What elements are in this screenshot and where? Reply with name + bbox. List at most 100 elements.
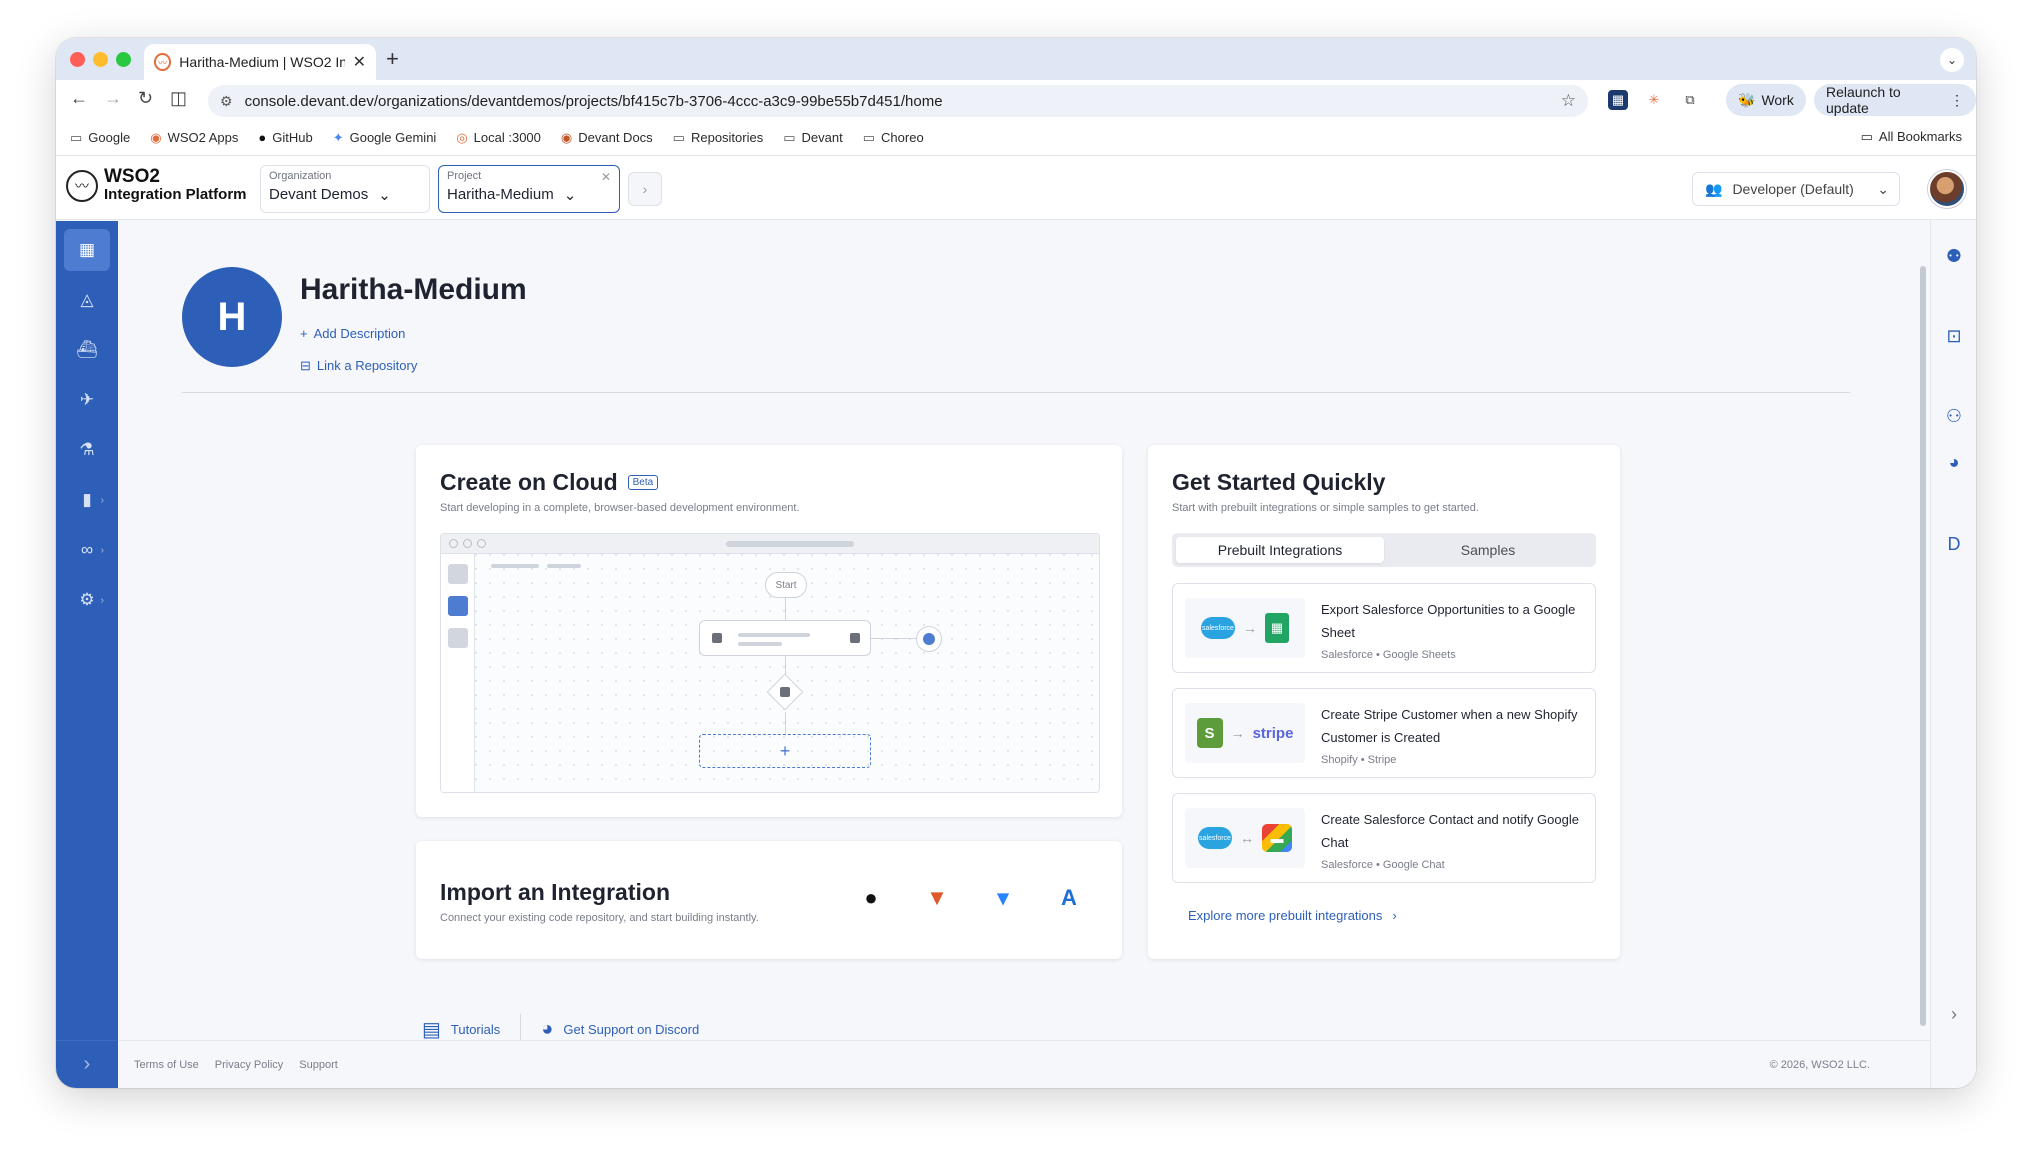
next-level-button[interactable]: › bbox=[628, 172, 662, 206]
add-node-placeholder: + bbox=[699, 734, 871, 768]
gitlab-icon[interactable]: ▼ bbox=[924, 885, 950, 911]
folder-icon: ▭ bbox=[862, 129, 876, 145]
bookmark-item[interactable]: ▭ Choreo bbox=[863, 130, 924, 146]
site-info-icon[interactable]: ⚙ bbox=[220, 93, 233, 110]
claude-extension-icon[interactable]: ✳ bbox=[1644, 90, 1664, 110]
import-integration-card[interactable]: Import an Integration Connect your exist… bbox=[416, 841, 1122, 959]
shapes-icon: ◬ bbox=[80, 290, 94, 309]
bookmark-item[interactable]: ▭ Repositories bbox=[673, 130, 764, 146]
browser-tab[interactable]: 〰 Haritha-Medium | WSO2 Integ ✕ bbox=[144, 44, 376, 80]
get-started-card: Get Started Quickly Start with prebuilt … bbox=[1148, 445, 1620, 959]
wso2-favicon-icon: 〰 bbox=[154, 53, 172, 71]
close-window-button[interactable] bbox=[70, 52, 85, 67]
arrow-right-icon: → bbox=[1243, 620, 1257, 636]
role-label: Developer (Default) bbox=[1732, 181, 1854, 197]
minimize-window-button[interactable] bbox=[93, 52, 108, 67]
sidebar-item-overview[interactable]: ▦ bbox=[64, 229, 110, 271]
discord-support-link[interactable]: ◕ Get Support on Discord bbox=[541, 1018, 699, 1041]
bookmark-item[interactable]: ✦ Google Gemini bbox=[333, 130, 437, 146]
expand-sidebar-button[interactable]: › bbox=[56, 1040, 118, 1088]
bitbucket-icon[interactable]: ▾ bbox=[990, 885, 1016, 911]
reload-icon[interactable]: ↻ bbox=[138, 88, 153, 109]
sidebar-item-test[interactable]: ⚗ bbox=[64, 429, 110, 471]
bookmark-item[interactable]: ▭ Devant bbox=[783, 130, 843, 146]
work-profile-button[interactable]: 🐝 Work bbox=[1726, 84, 1806, 116]
chart-bars-icon: ▮ bbox=[82, 490, 92, 509]
footer: Terms of Use Privacy Policy Support © 20… bbox=[118, 1040, 1930, 1088]
relaunch-label: Relaunch to update bbox=[1826, 84, 1901, 116]
docs-icon[interactable]: D bbox=[1941, 531, 1967, 557]
integration-logos: salesforce → ▦ bbox=[1185, 598, 1305, 658]
azure-devops-icon[interactable]: A bbox=[1056, 885, 1082, 911]
main-scrollbar[interactable] bbox=[1920, 266, 1926, 1026]
bookmark-star-icon[interactable]: ☆ bbox=[1561, 91, 1576, 111]
tab-prebuilt-integrations[interactable]: Prebuilt Integrations bbox=[1176, 537, 1384, 563]
plus-icon: + bbox=[300, 326, 308, 341]
integration-card[interactable]: salesforce → ▦ Export Salesforce Opportu… bbox=[1172, 583, 1596, 673]
integration-card[interactable]: salesforce ↔ ▬ Create Salesforce Contact… bbox=[1172, 793, 1596, 883]
extensions-puzzle-icon[interactable]: ⧉ bbox=[1680, 90, 1700, 110]
tab-strip: 〰 Haritha-Medium | WSO2 Integ ✕ + ⌄ bbox=[56, 38, 1976, 80]
github-icon[interactable]: ● bbox=[858, 885, 884, 911]
node-square bbox=[712, 633, 722, 643]
discord-icon[interactable]: ◕ bbox=[1941, 449, 1967, 475]
ai-assistant-icon[interactable]: ⚉ bbox=[1941, 243, 1967, 269]
back-icon[interactable]: ← bbox=[70, 88, 88, 109]
binoculars-icon: ∞ bbox=[80, 540, 94, 559]
chevron-right-icon: › bbox=[100, 544, 104, 556]
all-bookmarks[interactable]: ▭ All Bookmarks bbox=[1861, 129, 1962, 145]
github-icon: ● bbox=[258, 130, 267, 145]
terms-link[interactable]: Terms of Use bbox=[134, 1059, 199, 1071]
stripe-logo-icon: stripe bbox=[1252, 724, 1294, 742]
inbox-icon[interactable]: ⊡ bbox=[1941, 323, 1967, 349]
bookmark-item[interactable]: ◎ Local :3000 bbox=[456, 130, 541, 146]
node-square bbox=[780, 687, 790, 697]
new-tab-button[interactable]: + bbox=[386, 46, 399, 72]
tab-samples[interactable]: Samples bbox=[1384, 537, 1592, 563]
sidebar-item-settings[interactable]: ⚙ › bbox=[64, 579, 110, 621]
support-link[interactable]: Support bbox=[299, 1059, 338, 1071]
maximize-window-button[interactable] bbox=[116, 52, 131, 67]
extension-icon[interactable]: ▦ bbox=[1608, 90, 1628, 110]
tab-close-icon[interactable]: ✕ bbox=[353, 52, 366, 72]
card-subtitle: Start developing in a complete, browser-… bbox=[440, 502, 800, 514]
pulse-logo-icon: 〰 bbox=[66, 169, 98, 202]
wso2-logo[interactable]: 〰 WSO2 Integration Platform bbox=[66, 167, 247, 203]
bookmark-item[interactable]: ● GitHub bbox=[258, 130, 312, 145]
user-avatar[interactable] bbox=[1928, 170, 1966, 208]
tutorials-link[interactable]: ▤ Tutorials bbox=[422, 1017, 500, 1042]
sidebar-item-components[interactable]: ◬ bbox=[64, 279, 110, 321]
privacy-link[interactable]: Privacy Policy bbox=[215, 1059, 283, 1071]
sidebar-item-observability[interactable]: ▮ › bbox=[64, 479, 110, 521]
relaunch-button[interactable]: Relaunch to update ⋮ bbox=[1814, 84, 1976, 116]
chevron-right-icon[interactable]: › bbox=[1941, 1001, 1967, 1027]
gemini-icon: ✦ bbox=[332, 129, 344, 145]
bookmark-item[interactable]: ◉ Devant Docs bbox=[561, 130, 653, 146]
add-description-link[interactable]: + Add Description bbox=[300, 326, 405, 341]
project-selector[interactable]: Project Haritha-Medium ⌄ ✕ bbox=[438, 165, 620, 213]
left-sidebar: ▦ ◬ ⛴ ✈ ⚗ ▮ › ∞ › ⚙ › › bbox=[56, 221, 118, 1088]
sidebar-item-insights[interactable]: ∞ › bbox=[64, 529, 110, 571]
create-on-cloud-card[interactable]: Create on Cloud Beta Start developing in … bbox=[416, 445, 1122, 817]
explore-more-link[interactable]: Explore more prebuilt integrations › bbox=[1188, 908, 1397, 923]
link-repository-link[interactable]: ⊟ Link a Repository bbox=[300, 358, 417, 374]
sidebar-item-deploy[interactable]: ⛴ bbox=[64, 329, 110, 371]
organization-selector[interactable]: Organization Devant Demos ⌄ bbox=[260, 165, 430, 213]
card-title: Get Started Quickly bbox=[1172, 469, 1386, 495]
split-view-icon[interactable]: ◫ bbox=[170, 88, 187, 109]
bookmark-item[interactable]: ▭ Google bbox=[70, 130, 130, 146]
header-divider bbox=[182, 392, 1850, 393]
sidebar-item-build[interactable]: ✈ bbox=[64, 379, 110, 421]
user-settings-icon[interactable]: ⚇ bbox=[1941, 403, 1967, 429]
bookmark-item[interactable]: ◉ WSO2 Apps bbox=[150, 130, 238, 146]
rocket-icon: ✈ bbox=[79, 390, 95, 409]
forward-icon[interactable]: → bbox=[104, 88, 122, 109]
clear-project-icon[interactable]: ✕ bbox=[601, 170, 611, 184]
tab-search-button[interactable]: ⌄ bbox=[1940, 48, 1964, 72]
integration-card[interactable]: S → stripe Create Stripe Customer when a… bbox=[1172, 688, 1596, 778]
address-bar[interactable]: ⚙ console.devant.dev/organizations/devan… bbox=[208, 85, 1588, 117]
preview-titlebar bbox=[441, 534, 1099, 554]
role-selector[interactable]: 👥 Developer (Default) ⌄ bbox=[1692, 172, 1900, 206]
discord-label: Get Support on Discord bbox=[563, 1021, 700, 1037]
salesforce-logo-icon: salesforce bbox=[1198, 827, 1232, 849]
